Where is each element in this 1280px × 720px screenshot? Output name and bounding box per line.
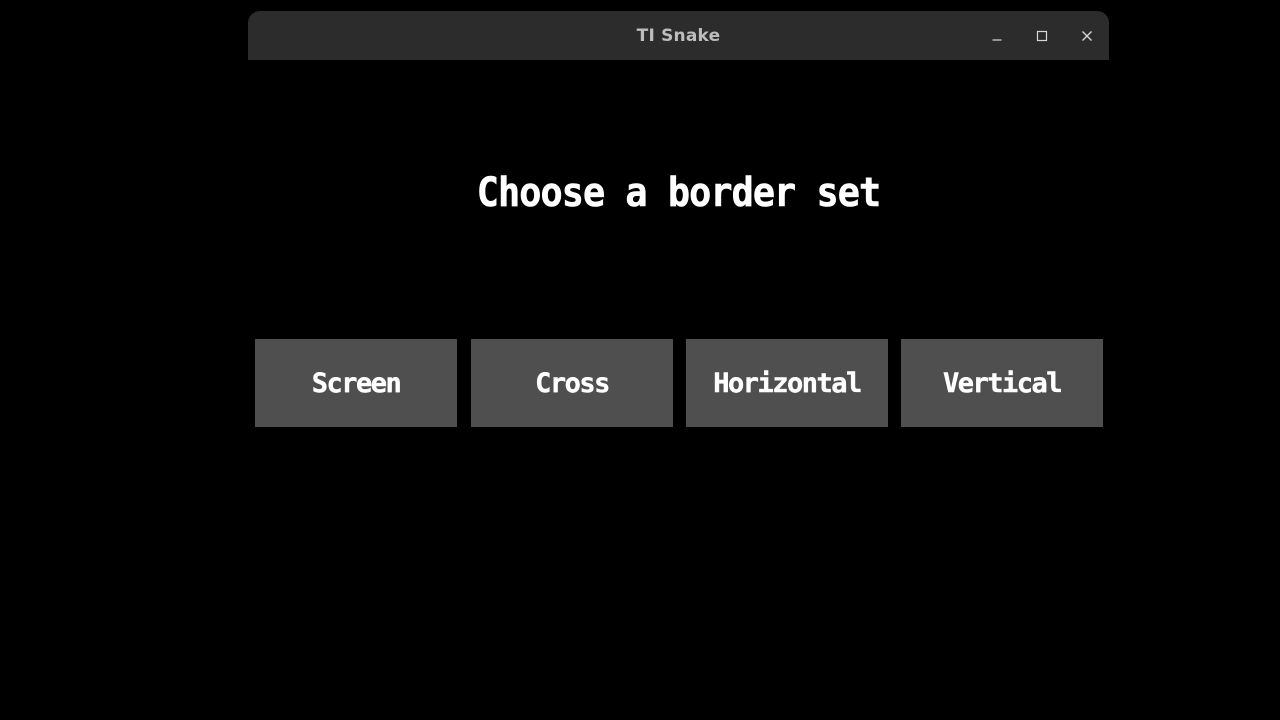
border-horizontal-label: Horizontal	[713, 367, 862, 399]
app-window: TI Snake Choose a border set Screen Cros…	[248, 11, 1109, 720]
border-vertical-label: Vertical	[942, 367, 1063, 399]
border-cross-button[interactable]: Cross	[471, 339, 673, 427]
border-vertical-button[interactable]: Vertical	[901, 339, 1103, 427]
minimize-icon	[991, 30, 1003, 42]
window-controls	[974, 11, 1109, 60]
border-screen-label: Screen	[311, 367, 402, 399]
window-title: TI Snake	[636, 25, 721, 46]
border-set-options: Screen Cross Horizontal Vertical	[255, 339, 1103, 427]
game-screen: Choose a border set Screen Cross Horizon…	[248, 60, 1109, 720]
border-cross-label: Cross	[535, 367, 611, 399]
close-icon	[1081, 30, 1093, 42]
close-button[interactable]	[1064, 11, 1109, 60]
minimize-button[interactable]	[974, 11, 1019, 60]
maximize-icon	[1036, 30, 1048, 42]
border-screen-button[interactable]: Screen	[255, 339, 457, 427]
border-horizontal-button[interactable]: Horizontal	[686, 339, 888, 427]
maximize-button[interactable]	[1019, 11, 1064, 60]
title-bar[interactable]: TI Snake	[248, 11, 1109, 60]
page-title: Choose a border set	[476, 170, 881, 217]
